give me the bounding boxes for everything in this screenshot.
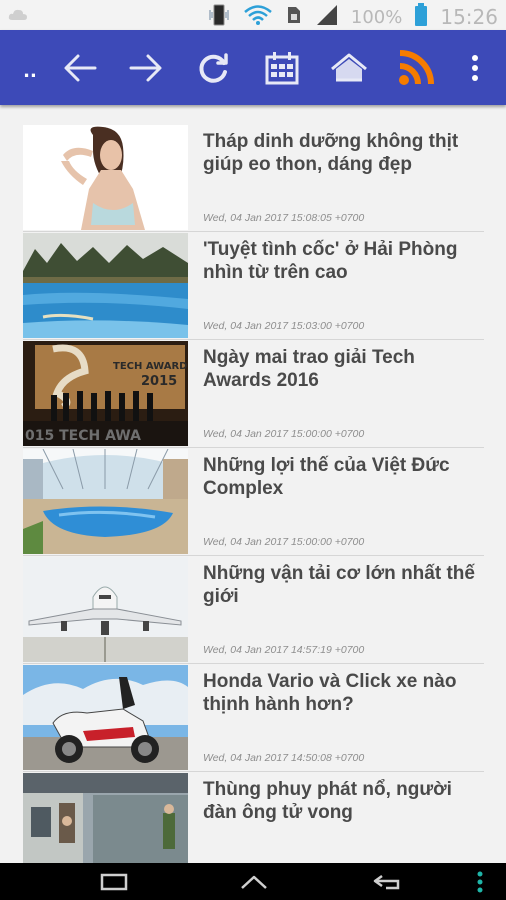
news-title[interactable]: Những lợi thế của Việt Đức Complex [203, 454, 485, 500]
signal-icon [315, 4, 339, 30]
more-vert-icon [472, 54, 478, 81]
status-clock: 15:26 [440, 5, 498, 29]
menu-nav-button[interactable] [470, 863, 490, 900]
home-button[interactable] [326, 30, 372, 105]
news-list[interactable]: Tháp dinh dưỡng không thịt giúp eo thon,… [0, 105, 506, 863]
news-item[interactable]: Những vận tải cơ lớn nhất thế giới Wed, … [23, 556, 484, 664]
news-item[interactable]: TECH AWARDS 2015 015 TECH AWA Ngày mai t… [23, 340, 484, 448]
news-title[interactable]: Ngày mai trao giải Tech Awards 2016 [203, 346, 485, 392]
forward-icon [129, 54, 162, 81]
news-timestamp: Wed, 04 Jan 2017 14:57:19 +0700 [203, 644, 365, 656]
news-item[interactable]: Tháp dinh dưỡng không thịt giúp eo thon,… [23, 124, 484, 232]
calendar-button[interactable] [260, 30, 304, 105]
news-timestamp: Wed, 04 Jan 2017 15:03:00 +0700 [203, 320, 365, 332]
recent-apps-icon [100, 873, 128, 890]
news-title[interactable]: 'Tuyệt tình cốc' ở Hải Phòng nhìn từ trê… [203, 238, 485, 284]
more-options-button[interactable] [462, 30, 488, 105]
news-item[interactable]: Những lợi thế của Việt Đức Complex Wed, … [23, 448, 484, 556]
forward-button[interactable] [124, 30, 168, 105]
news-thumbnail[interactable] [23, 557, 188, 662]
rss-icon [399, 49, 434, 85]
news-timestamp: Wed, 04 Jan 2017 14:50:08 +0700 [203, 752, 365, 764]
menu-dots-icon [477, 871, 483, 892]
back-button[interactable] [58, 30, 102, 105]
news-thumbnail[interactable] [23, 449, 188, 554]
tech-awards-year: 2015 [141, 374, 177, 389]
refresh-button[interactable] [192, 30, 236, 105]
news-timestamp: Wed, 04 Jan 2017 15:00:00 +0700 [203, 536, 365, 548]
back-nav-button[interactable] [368, 863, 408, 900]
news-thumbnail[interactable] [23, 773, 188, 863]
news-title[interactable]: Tháp dinh dưỡng không thịt giúp eo thon,… [203, 130, 485, 176]
news-item[interactable]: Thùng phuy phát nổ, người đàn ông tử von… [23, 772, 484, 863]
system-nav-bar [0, 863, 506, 900]
news-thumbnail[interactable] [23, 125, 188, 230]
calendar-icon [265, 51, 299, 84]
news-title[interactable]: Thùng phuy phát nổ, người đàn ông tử von… [203, 778, 485, 824]
tech-awards-banner: TECH AWARDS [113, 361, 188, 372]
app-toolbar: .. [0, 30, 506, 105]
home-nav-button[interactable] [234, 863, 274, 900]
news-item[interactable]: 'Tuyệt tình cốc' ở Hải Phòng nhìn từ trê… [23, 232, 484, 340]
news-item[interactable]: Honda Vario và Click xe nào thịnh hành h… [23, 664, 484, 772]
news-thumbnail[interactable] [23, 233, 188, 338]
refresh-icon [199, 52, 228, 83]
vibrate-icon [207, 4, 231, 30]
battery-icon [414, 3, 428, 31]
recent-apps-button[interactable] [96, 863, 132, 900]
wifi-icon [243, 4, 273, 30]
overflow-left-button[interactable]: .. [18, 30, 42, 105]
home-nav-icon [241, 875, 267, 889]
news-timestamp: Wed, 04 Jan 2017 15:00:00 +0700 [203, 428, 365, 440]
news-timestamp: Wed, 04 Jan 2017 15:08:05 +0700 [203, 212, 365, 224]
sim-icon [285, 5, 303, 29]
back-icon [64, 54, 97, 81]
home-icon [331, 53, 367, 81]
news-title[interactable]: Những vận tải cơ lớn nhất thế giới [203, 562, 485, 608]
news-title[interactable]: Honda Vario và Click xe nào thịnh hành h… [203, 670, 485, 716]
news-thumbnail[interactable] [23, 665, 188, 770]
status-bar: 100% 15:26 [0, 0, 506, 30]
battery-percent: 100% [350, 6, 403, 28]
news-thumbnail[interactable]: TECH AWARDS 2015 015 TECH AWA [23, 341, 188, 446]
tech-awards-bottom: 015 TECH AWA [25, 428, 141, 444]
rss-button[interactable] [393, 30, 439, 105]
back-nav-icon [373, 874, 400, 889]
notification-icon [8, 6, 28, 26]
